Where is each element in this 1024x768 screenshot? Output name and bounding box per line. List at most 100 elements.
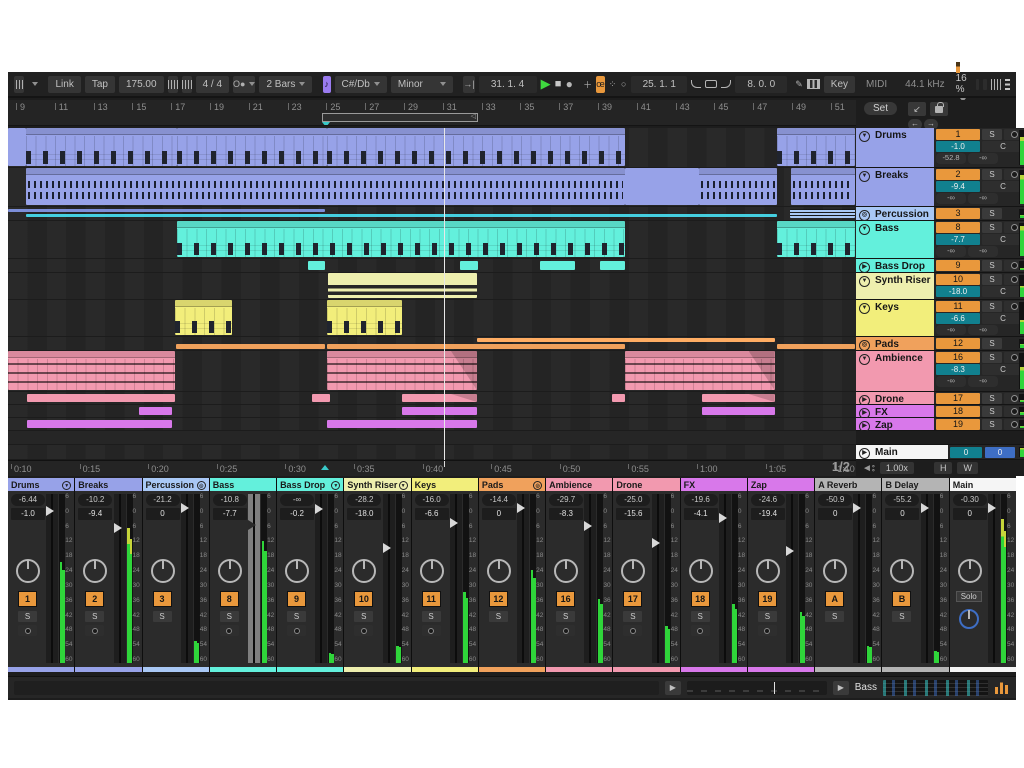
track-number[interactable]: 10 — [354, 591, 373, 607]
solo-button[interactable]: S — [85, 611, 104, 622]
loop-switch-icon[interactable] — [705, 76, 717, 93]
pan-knob[interactable] — [16, 559, 40, 583]
track-lane-bass[interactable] — [8, 221, 856, 259]
mixer-strip-zap[interactable]: Zap-24.6-19.419S606121824303642485460 — [748, 478, 814, 672]
pan-field[interactable]: C — [982, 286, 1024, 297]
track-number[interactable]: 11 — [422, 591, 441, 607]
clip[interactable] — [327, 128, 625, 166]
solo-button[interactable]: S — [489, 611, 508, 622]
volume-field[interactable]: -6.6 — [415, 508, 449, 520]
solo-button[interactable]: S — [982, 301, 1002, 312]
track-lane-pads[interactable] — [8, 337, 856, 351]
lock-icon[interactable] — [930, 102, 948, 116]
clip-play-icon-2[interactable]: ▶ — [833, 681, 849, 695]
mixer-strip-percussion[interactable]: Percussion◎-21.203S606121824303642485460 — [143, 478, 209, 672]
clip-loop-view[interactable] — [687, 681, 827, 695]
arm-button[interactable] — [758, 625, 777, 636]
track-header-breaks[interactable]: ▼Breaks2S-9.4C-∞-∞ — [856, 168, 1024, 207]
track-number[interactable]: 17 — [623, 591, 642, 607]
solo-button[interactable]: S — [982, 352, 1002, 363]
send-a-field[interactable]: -52.8 — [936, 153, 966, 164]
track-lane-drone[interactable] — [8, 392, 856, 405]
volume-fader[interactable] — [383, 494, 395, 663]
pan-knob[interactable] — [554, 559, 578, 583]
pan-knob[interactable] — [83, 559, 107, 583]
track-header-ambience[interactable]: ▼Ambience16S-8.3C-∞-∞ — [856, 351, 1024, 392]
solo-button[interactable]: S — [982, 338, 1002, 349]
volume-field[interactable]: -8.3 — [549, 508, 583, 520]
clip[interactable] — [27, 420, 172, 428]
play-icon[interactable]: ▶ — [859, 262, 870, 273]
overdub-icon[interactable]: œ — [596, 76, 605, 93]
clip[interactable] — [308, 261, 325, 270]
mixer-strip-title[interactable]: Breaks — [75, 478, 141, 491]
set-button[interactable]: Set — [864, 102, 897, 115]
track-number[interactable]: 9 — [936, 260, 980, 271]
peak-level-field[interactable]: -10.2 — [78, 494, 112, 506]
track-number[interactable]: 8 — [936, 222, 980, 233]
solo-button[interactable]: S — [422, 611, 441, 622]
collapse-icon[interactable]: ▼ — [859, 303, 870, 314]
punch-in-icon[interactable] — [691, 76, 701, 93]
track-number[interactable]: 11 — [936, 301, 980, 312]
solo-button[interactable]: S — [982, 129, 1002, 140]
track-number[interactable]: 3 — [153, 591, 172, 607]
pan-knob[interactable] — [285, 559, 309, 583]
solo-button[interactable]: S — [982, 260, 1002, 271]
clip[interactable] — [625, 168, 699, 205]
clip[interactable] — [8, 128, 26, 166]
clip[interactable] — [327, 420, 477, 428]
track-number[interactable]: 18 — [691, 591, 710, 607]
mixer-strip-drums[interactable]: Drums▼-6.44-1.01S606121824303642485460 — [8, 478, 74, 672]
mixer-strip-b-delay[interactable]: B Delay-55.20BS606121824303642485460 — [882, 478, 948, 672]
mixer-strip-title[interactable]: A Reverb — [815, 478, 881, 491]
mixer-strip-pads[interactable]: Pads◎-14.4012S606121824303642485460 — [479, 478, 545, 672]
loop-length-field[interactable]: 8. 0. 0 — [735, 76, 787, 93]
loop-brace[interactable] — [322, 113, 478, 122]
track-number[interactable]: 18 — [936, 406, 980, 417]
pan-knob[interactable] — [487, 559, 511, 583]
solo-button[interactable]: S — [153, 611, 172, 622]
mixer-strip-keys[interactable]: Keys-16.0-6.611S606121824303642485460 — [412, 478, 478, 672]
track-number[interactable]: 19 — [758, 591, 777, 607]
mixer-strip-title[interactable]: Bass Drop▼ — [277, 478, 343, 491]
pan-knob[interactable] — [621, 559, 645, 583]
mixer-strip-title[interactable]: Percussion◎ — [143, 478, 209, 491]
pan-field[interactable]: C — [982, 313, 1024, 324]
clip[interactable] — [327, 351, 477, 390]
mixer-strip-title[interactable]: Keys — [412, 478, 478, 491]
track-lane-spacer[interactable] — [8, 431, 856, 445]
mixer-strip-synth-riser[interactable]: Synth Riser▼-28.2-18.010S606121824303642… — [344, 478, 410, 672]
track-lane-synth-riser[interactable] — [8, 273, 856, 300]
tempo-field[interactable]: 175.00 — [119, 76, 164, 93]
mixer-strip-drone[interactable]: Drone-25.0-15.617S606121824303642485460 — [613, 478, 679, 672]
quantize-menu[interactable]: 2 Bars — [259, 76, 312, 93]
volume-field[interactable]: -0.2 — [280, 508, 314, 520]
solo-button[interactable]: S — [623, 611, 642, 622]
clip[interactable] — [540, 261, 576, 270]
clip[interactable] — [8, 209, 325, 212]
volume-field[interactable]: -19.4 — [751, 508, 785, 520]
new-midi-icon[interactable]: ＋ — [583, 76, 592, 93]
send-a-field[interactable]: -∞ — [936, 246, 966, 257]
zoom-width-button[interactable]: W — [957, 462, 978, 474]
peak-level-field[interactable]: -29.7 — [549, 494, 583, 506]
peak-level-field[interactable]: -25.0 — [616, 494, 650, 506]
mixer-strip-main[interactable]: Main-0.300Solo606121824303642485460 — [950, 478, 1016, 672]
solo-button[interactable]: S — [982, 169, 1002, 180]
horizontal-scrollbar[interactable] — [14, 681, 659, 695]
track-number[interactable]: 1 — [936, 129, 980, 140]
clip[interactable] — [312, 394, 331, 402]
track-header-drone[interactable]: ▶Drone17S — [856, 392, 1024, 405]
clip[interactable] — [176, 344, 325, 349]
peak-level-field[interactable]: -21.2 — [146, 494, 180, 506]
track-lane-zap[interactable] — [8, 418, 856, 431]
clip[interactable] — [175, 300, 232, 335]
track-number[interactable]: 16 — [556, 591, 575, 607]
collapse-icon[interactable]: ▼ — [859, 276, 870, 287]
track-number[interactable]: 12 — [489, 591, 508, 607]
volume-field[interactable]: -9.4 — [936, 181, 980, 192]
volume-fader[interactable] — [315, 494, 327, 663]
track-lane-main[interactable] — [8, 445, 856, 460]
clip-play-icon[interactable]: ▶ — [665, 681, 681, 695]
